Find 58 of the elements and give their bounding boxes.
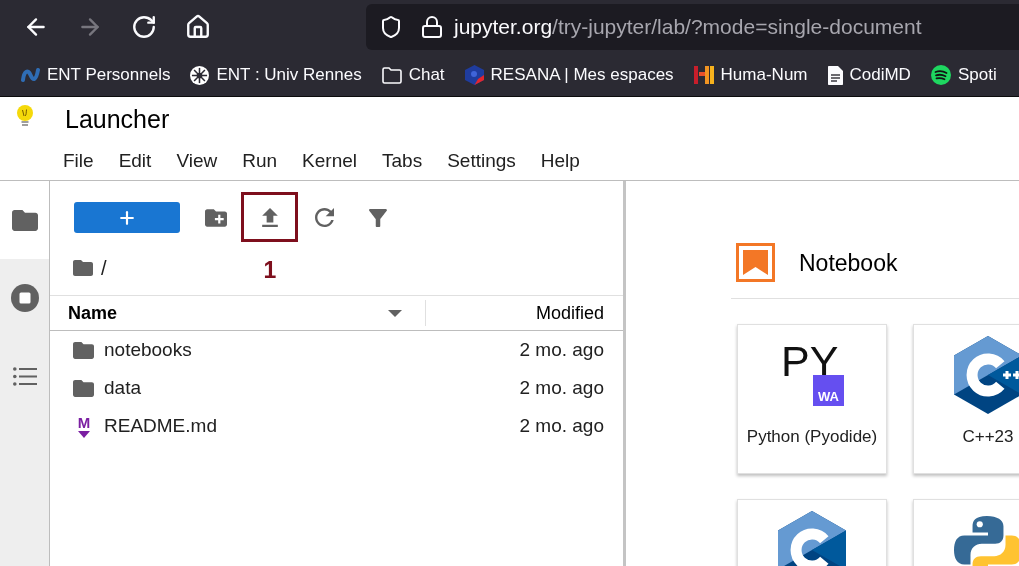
folder-icon	[73, 341, 94, 359]
lightbulb-logo-icon	[16, 105, 33, 127]
menu-item[interactable]: Settings	[447, 148, 516, 173]
folder-icon	[73, 260, 93, 276]
column-header[interactable]: Name	[50, 296, 425, 330]
file-modified-date: 2 mo. ago	[519, 376, 604, 400]
snakes-logo-icon	[954, 516, 1019, 566]
folder-icon	[73, 379, 94, 397]
breadcrumb-link[interactable]: /	[101, 256, 107, 280]
upload-icon	[262, 208, 278, 227]
annotation-number: 1	[262, 257, 278, 283]
shield-icon	[379, 15, 403, 39]
bookmark-link[interactable]: CodiMD	[827, 64, 911, 86]
folder-icon	[11, 209, 38, 231]
disc-logo-icon	[930, 65, 951, 85]
bookmark-link[interactable]: RESANA | Mes espaces	[464, 64, 674, 86]
new-folder-icon	[205, 208, 227, 227]
wheel-logo-icon	[190, 65, 210, 85]
filter-icon	[369, 208, 387, 227]
document-icon	[827, 65, 843, 85]
menu-item[interactable]: Edit	[118, 148, 152, 173]
section-title: Notebook	[799, 248, 898, 277]
file-modified-date: 2 mo. ago	[519, 338, 604, 362]
bars-logo-icon	[693, 65, 714, 85]
lock-icon	[420, 15, 444, 39]
launcher-card[interactable]: PY WA Python (Pyodide)	[737, 324, 887, 474]
bookmark-link[interactable]: Huma-Num	[693, 64, 808, 86]
file-name[interactable]: data	[104, 376, 141, 400]
file-modified-date: 2 mo. ago	[519, 414, 604, 438]
hexagon-logo-icon	[778, 511, 846, 566]
wave-logo-icon	[21, 68, 40, 82]
bookmark-link[interactable]: Spoti	[930, 64, 997, 86]
menu-item[interactable]: Tabs	[382, 148, 423, 173]
column-header[interactable]: Modified	[426, 296, 623, 330]
refresh-icon	[314, 208, 334, 227]
sidebar-tab[interactable]	[0, 181, 49, 259]
hexagon-corner-logo-icon	[464, 65, 484, 85]
hexagon-logo-icon	[954, 336, 1019, 414]
menu-item[interactable]: Help	[540, 148, 580, 173]
address-bar[interactable]: jupyter.org/try-jupyter/lab/?mode=single-document	[366, 4, 1019, 50]
notebook-icon	[736, 243, 775, 282]
file-name[interactable]: notebooks	[104, 338, 192, 362]
file-name[interactable]: README.md	[104, 414, 217, 438]
document-title: Launcher	[65, 104, 170, 134]
url-text: jupyter.org/try-jupyter/lab/?mode=single-document	[454, 14, 922, 40]
reload-icon	[131, 14, 157, 40]
stop-circle-icon	[10, 284, 39, 312]
list-icon	[12, 366, 37, 386]
home-icon	[185, 14, 211, 40]
menu-item[interactable]: Kernel	[302, 148, 357, 173]
bookmark-link[interactable]: ENT Personnels	[21, 64, 171, 86]
menu-item[interactable]: Run	[242, 148, 278, 173]
launcher-card[interactable]: C++23	[913, 324, 1019, 474]
folder-icon	[381, 66, 402, 84]
bookmark-link[interactable]: ENT : Univ Rennes	[190, 64, 362, 86]
menu-item[interactable]: File	[63, 148, 94, 173]
bookmark-link[interactable]: Chat	[381, 64, 445, 86]
menu-item[interactable]: View	[176, 148, 218, 173]
